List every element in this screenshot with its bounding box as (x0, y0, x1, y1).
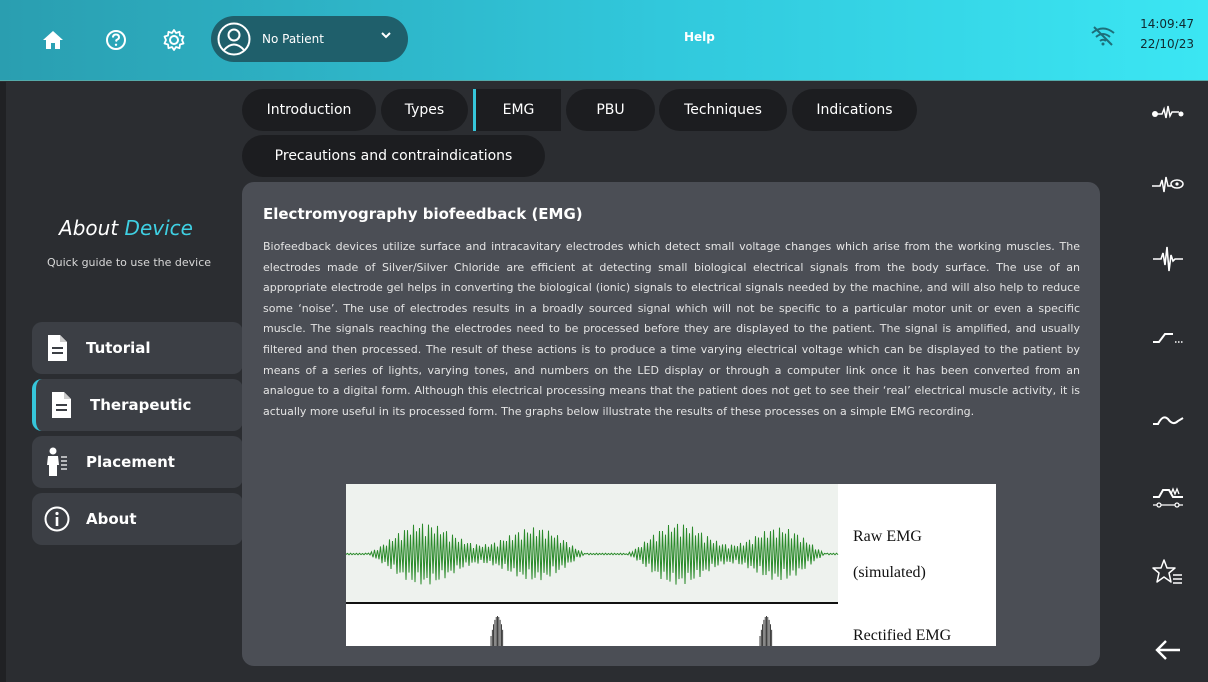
raw-emg-sublabel: (simulated) (853, 564, 926, 581)
tab-introduction[interactable]: Introduction (242, 89, 376, 131)
tab-techniques[interactable]: Techniques (659, 89, 787, 131)
help-icon[interactable] (101, 25, 131, 55)
sidebar-heading-prefix: About (59, 216, 119, 240)
document-icon (44, 333, 70, 363)
home-icon[interactable] (38, 25, 68, 55)
patient-selector[interactable]: No Patient (211, 16, 408, 62)
sidebar-subtitle: Quick guide to use the device (46, 256, 212, 269)
sine-wave-icon[interactable] (1148, 404, 1188, 436)
tab-types[interactable]: Types (381, 89, 468, 131)
tab-pbu[interactable]: PBU (566, 89, 655, 131)
sidebar-item-label: About (86, 510, 137, 528)
right-rail (1128, 82, 1208, 682)
page-title: Help (684, 30, 715, 44)
avatar-icon (217, 22, 251, 56)
sidebar: About Device Quick guide to use the devi… (0, 82, 243, 682)
clock: 14:09:47 22/10/23 (1140, 14, 1194, 54)
back-arrow-icon[interactable] (1148, 634, 1188, 666)
sidebar-heading: About Device (6, 216, 246, 240)
clock-date: 22/10/23 (1140, 37, 1194, 51)
emg-view-icon[interactable] (1148, 168, 1188, 200)
raw-emg-label: Raw EMG (853, 528, 922, 545)
tab-emg[interactable]: EMG (473, 89, 561, 131)
sidebar-item-about[interactable]: About (32, 493, 243, 545)
content-card: Electromyography biofeedback (EMG) Biofe… (242, 182, 1100, 666)
document-icon (48, 390, 74, 420)
favorites-list-icon[interactable] (1148, 556, 1188, 588)
ramp-wave-icon[interactable] (1148, 322, 1188, 354)
stim-mode-icon[interactable] (1148, 482, 1188, 514)
sidebar-heading-accent: Device (124, 216, 193, 240)
sidebar-item-label: Therapeutic (90, 396, 192, 414)
emg-figure: Raw EMG (simulated) Rectified EMG (346, 484, 996, 646)
sidebar-item-label: Tutorial (86, 339, 151, 357)
sidebar-item-therapeutic[interactable]: Therapeutic (32, 379, 243, 431)
sidebar-item-placement[interactable]: Placement (32, 436, 243, 488)
wifi-off-icon (1090, 25, 1116, 51)
content-title: Electromyography biofeedback (EMG) (263, 205, 583, 223)
sidebar-item-label: Placement (86, 453, 175, 471)
rectified-emg-trace (490, 616, 773, 646)
tab-precautions[interactable]: Precautions and contraindications (242, 135, 545, 177)
gear-icon[interactable] (159, 25, 189, 55)
tab-indications[interactable]: Indications (792, 89, 917, 131)
clock-time: 14:09:47 (1140, 17, 1194, 31)
patient-name: No Patient (262, 32, 324, 46)
info-icon (44, 504, 70, 534)
chevron-down-icon (381, 32, 391, 39)
content-body: Biofeedback devices utilize surface and … (263, 240, 1080, 418)
rectified-emg-label: Rectified EMG (853, 627, 952, 644)
top-bar: No Patient Help 14:09:47 22/10/23 (0, 0, 1208, 81)
body-placement-icon (44, 447, 70, 477)
emg-signal-icon[interactable] (1148, 242, 1188, 274)
emg-electrode-icon[interactable] (1148, 96, 1188, 128)
sidebar-item-tutorial[interactable]: Tutorial (32, 322, 243, 374)
